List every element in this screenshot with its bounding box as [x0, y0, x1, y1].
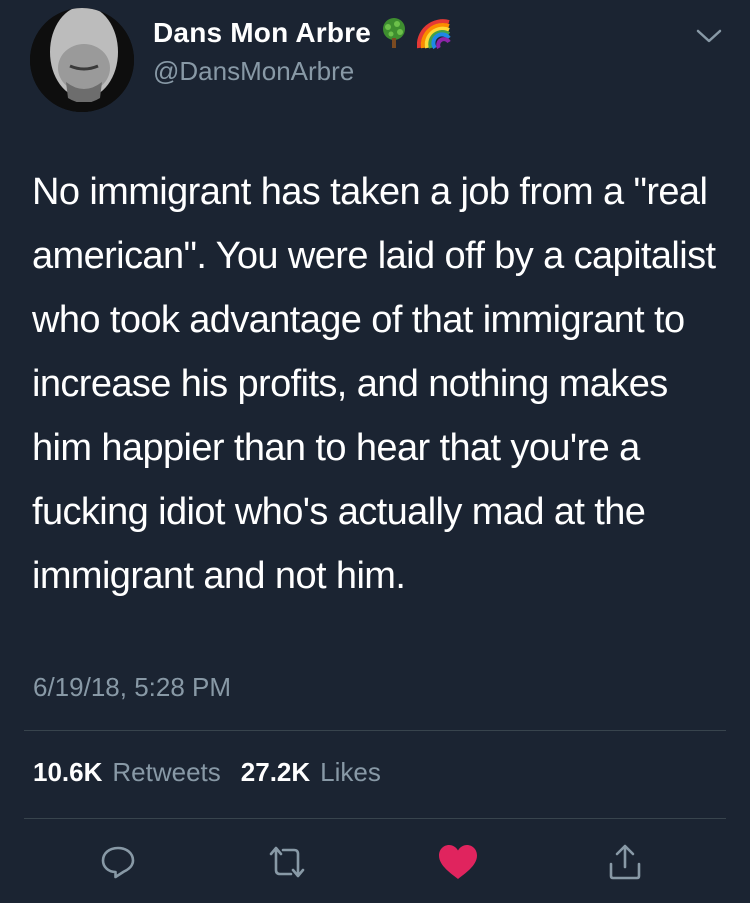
share-icon — [609, 844, 641, 880]
reply-icon — [101, 846, 135, 879]
user-handle[interactable]: @DansMonArbre — [153, 56, 354, 87]
tree-emoji-icon — [377, 16, 411, 50]
rainbow-emoji-icon — [416, 16, 451, 50]
likes-count[interactable]: 27.2K — [241, 757, 310, 788]
divider — [24, 730, 726, 731]
display-name-row[interactable]: Dans Mon Arbre — [153, 16, 451, 50]
share-button[interactable] — [603, 840, 647, 884]
divider — [24, 818, 726, 819]
avatar-image — [30, 8, 134, 112]
retweet-icon — [269, 846, 305, 878]
engagement-stats: 10.6K Retweets 27.2K Likes — [33, 757, 391, 788]
chevron-down-icon[interactable] — [696, 26, 722, 46]
tweet-text: No immigrant has taken a job from a "rea… — [32, 171, 716, 597]
reply-button[interactable] — [96, 840, 140, 884]
tweet-timestamp: 6/19/18, 5:28 PM — [33, 672, 232, 702]
like-button[interactable] — [436, 840, 480, 884]
retweets-count[interactable]: 10.6K — [33, 757, 102, 788]
retweets-label[interactable]: Retweets — [112, 757, 220, 788]
display-name[interactable]: Dans Mon Arbre — [153, 17, 371, 49]
like-icon — [439, 845, 477, 879]
retweet-button[interactable] — [265, 840, 309, 884]
tweet-detail: Dans Mon Arbre @DansMonArbre No immigran… — [0, 0, 750, 903]
likes-label[interactable]: Likes — [320, 757, 381, 788]
avatar[interactable] — [30, 8, 134, 112]
